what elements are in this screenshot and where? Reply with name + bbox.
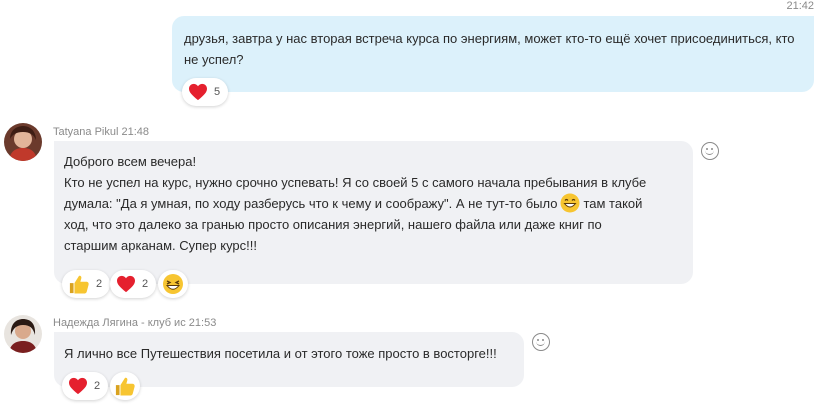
reaction-count: 2: [142, 278, 149, 290]
heart-icon: [189, 83, 207, 101]
message-line: Кто не успел на курс, нужно срочно успев…: [64, 175, 647, 190]
message-time: 21:53: [188, 317, 217, 329]
reaction-heart[interactable]: 2: [110, 270, 157, 298]
grinning-face-icon: [560, 193, 580, 213]
reaction-thumbs-up[interactable]: [110, 372, 140, 400]
message-text: друзья, завтра у нас вторая встреча курс…: [184, 31, 795, 67]
outgoing-message-bubble[interactable]: друзья, завтра у нас вторая встреча курс…: [172, 16, 814, 92]
message-line: Доброго всем вечера!: [64, 154, 197, 169]
message-text: Я лично все Путешествия посетила и от эт…: [64, 346, 497, 361]
sender-name: Tatyana Pikul: [53, 126, 119, 138]
message-line: ход, что это далеко за гранью просто опи…: [64, 217, 602, 232]
heart-icon: [117, 275, 135, 293]
message-time: 21:48: [121, 126, 150, 138]
reaction-count: 2: [94, 380, 101, 392]
thumbs-up-icon: [115, 377, 135, 396]
reaction-thumbs-up[interactable]: 2: [62, 270, 111, 298]
reaction-heart[interactable]: 2: [62, 372, 109, 400]
laughing-face-icon: [163, 274, 183, 294]
reaction-laughing[interactable]: [158, 270, 188, 298]
thumbs-up-icon: [69, 275, 89, 294]
reaction-heart[interactable]: 5: [182, 78, 229, 106]
avatar[interactable]: [4, 123, 42, 161]
message-time: 21:42: [786, 0, 814, 12]
sender-line: Надежда Лягина - клуб ис 21:53: [53, 317, 216, 329]
message-text: Доброго всем вечера! Кто не успел на кур…: [64, 151, 684, 256]
avatar[interactable]: [4, 315, 42, 353]
add-reaction-smiley-icon[interactable]: [701, 142, 719, 160]
heart-icon: [69, 377, 87, 395]
reaction-count: 5: [214, 86, 221, 98]
sender-name: Надежда Лягина - клуб ис: [53, 317, 186, 329]
incoming-message-bubble[interactable]: Доброго всем вечера! Кто не успел на кур…: [54, 141, 693, 284]
sender-line: Tatyana Pikul 21:48: [53, 126, 149, 138]
message-line: старшим арканам. Супер курс!!!: [64, 238, 257, 253]
reaction-count: 2: [96, 278, 103, 290]
add-reaction-smiley-icon[interactable]: [532, 333, 550, 351]
message-line: думала: "Да я умная, по ходу разберусь ч…: [64, 193, 684, 214]
